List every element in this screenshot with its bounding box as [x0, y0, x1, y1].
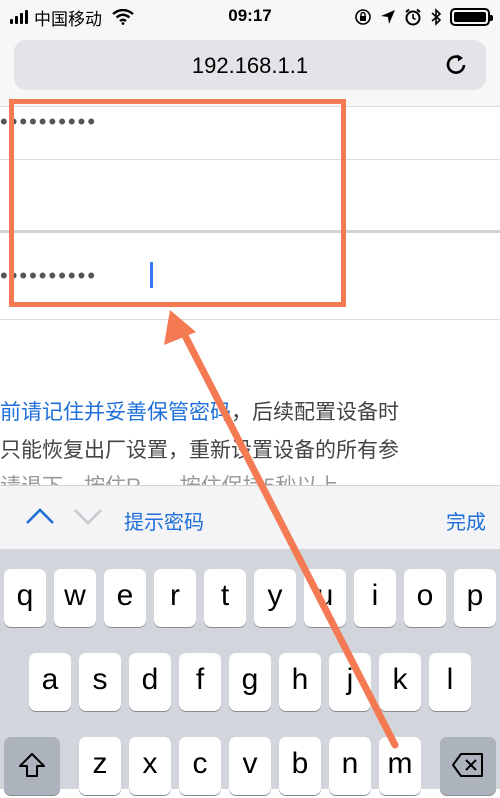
key-g[interactable]: g: [229, 653, 271, 711]
key-x[interactable]: x: [129, 737, 171, 795]
key-b[interactable]: b: [279, 737, 321, 795]
key-s[interactable]: s: [79, 653, 121, 711]
orientation-lock-icon: [355, 9, 371, 25]
key-o[interactable]: o: [404, 569, 446, 627]
notice-link: 前请记住并妥善保管密码: [0, 401, 231, 424]
key-r[interactable]: r: [154, 569, 196, 627]
key-a[interactable]: a: [29, 653, 71, 711]
key-e[interactable]: e: [104, 569, 146, 627]
shift-key[interactable]: [4, 737, 60, 795]
key-q[interactable]: q: [4, 569, 46, 627]
url-text[interactable]: 192.168.1.1: [14, 53, 486, 79]
backspace-icon: [452, 753, 483, 777]
key-f[interactable]: f: [179, 653, 221, 711]
keyboard: q w e r t y u i o p a s d f g h j k l z …: [0, 549, 500, 795]
key-j[interactable]: j: [329, 653, 371, 711]
key-v[interactable]: v: [229, 737, 271, 795]
suggest-password-button[interactable]: 提示密码: [124, 506, 204, 535]
next-field-chevron-down-icon[interactable]: [72, 504, 104, 528]
key-w[interactable]: w: [54, 569, 96, 627]
key-n[interactable]: n: [329, 737, 371, 795]
key-l[interactable]: l: [429, 653, 471, 711]
battery-icon: [450, 8, 493, 26]
key-i[interactable]: i: [354, 569, 396, 627]
key-z[interactable]: z: [79, 737, 121, 795]
highlight-box: [9, 99, 346, 307]
reload-icon[interactable]: [444, 52, 470, 78]
key-d[interactable]: d: [129, 653, 171, 711]
key-u[interactable]: u: [304, 569, 346, 627]
key-c[interactable]: c: [179, 737, 221, 795]
bluetooth-icon: [431, 8, 442, 26]
alarm-icon: [405, 8, 421, 26]
done-button[interactable]: 完成: [446, 506, 486, 535]
keyboard-accessory-bar: 提示密码 完成: [0, 485, 500, 550]
key-k[interactable]: k: [379, 653, 421, 711]
notice-line-1: 前请记住并妥善保管密码，后续配置设备时: [0, 401, 399, 424]
status-bar: 中国移动 09:17: [0, 0, 500, 34]
key-p[interactable]: p: [454, 569, 496, 627]
previous-field-chevron-up-icon[interactable]: [24, 504, 56, 528]
key-t[interactable]: t: [204, 569, 246, 627]
key-y[interactable]: y: [254, 569, 296, 627]
browser-toolbar: 192.168.1.1: [0, 34, 500, 107]
location-icon: [381, 10, 395, 24]
key-m[interactable]: m: [379, 737, 421, 795]
address-bar[interactable]: 192.168.1.1: [14, 40, 486, 90]
shift-icon: [19, 753, 45, 777]
delete-key[interactable]: [440, 737, 496, 795]
key-h[interactable]: h: [279, 653, 321, 711]
notice-line-2: 只能恢复出厂设置，重新设置设备的所有参: [0, 439, 399, 462]
